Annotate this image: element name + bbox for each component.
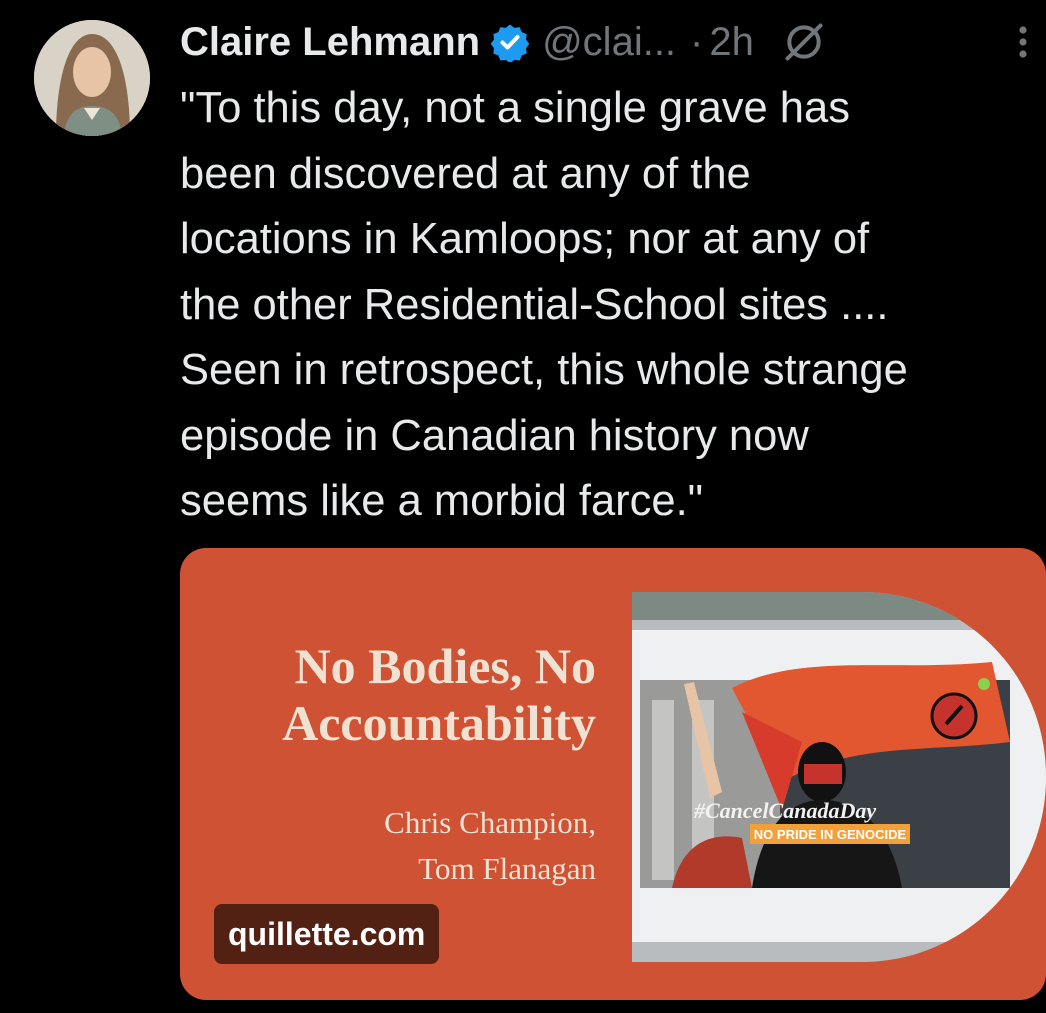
- tweet-text-line: seems like a morbid farce.": [180, 477, 704, 525]
- timestamp[interactable]: 2h: [709, 14, 754, 70]
- tweet-text-line: "To this day, not a single grave has: [180, 84, 850, 132]
- author-name[interactable]: Claire Lehmann: [180, 14, 480, 70]
- tweet-text-line: locations in Kamloops; nor at any of: [180, 215, 870, 263]
- grok-icon[interactable]: [782, 20, 826, 64]
- separator-dot: ·: [690, 20, 704, 64]
- card-domain[interactable]: quillette.com: [214, 904, 440, 964]
- tweet-text-line: the other Residential-School sites ....: [180, 280, 889, 329]
- banner-photo: [640, 662, 1010, 888]
- card-title: No Bodies, No Accountability: [180, 638, 596, 752]
- tweet-text: "To this day, not a single grave has bee…: [180, 76, 1040, 535]
- card-protest-photo: #CancelCanadaDay NO PRIDE IN GENOCIDE: [632, 592, 1046, 962]
- avatar[interactable]: [34, 20, 150, 136]
- more-options-icon[interactable]: [1012, 14, 1034, 70]
- tweet-text-line: episode in Canadian history now: [180, 411, 809, 460]
- avatar-photo: [34, 20, 150, 136]
- card-authors: Chris Champion, Tom Flanagan: [276, 800, 596, 892]
- author-handle[interactable]: @clai...: [542, 14, 676, 70]
- verified-badge-icon: [490, 24, 530, 62]
- card-author-line: Chris Champion,: [384, 805, 596, 840]
- banner-slogan: NO PRIDE IN GENOCIDE: [754, 827, 907, 842]
- card-author-line: Tom Flanagan: [418, 851, 596, 886]
- tweet-text-line: been discovered at any of the: [180, 149, 751, 198]
- card-title-line: Accountability: [282, 695, 596, 751]
- tweet-header: Claire Lehmann @clai... · 2h: [180, 14, 1046, 70]
- card-title-line: No Bodies, No: [294, 638, 596, 694]
- banner-hashtag: #CancelCanadaDay: [693, 798, 876, 823]
- link-preview-card[interactable]: No Bodies, No Accountability Chris Champ…: [180, 548, 1046, 1000]
- tweet-text-line: Seen in retrospect, this whole strange: [180, 346, 908, 394]
